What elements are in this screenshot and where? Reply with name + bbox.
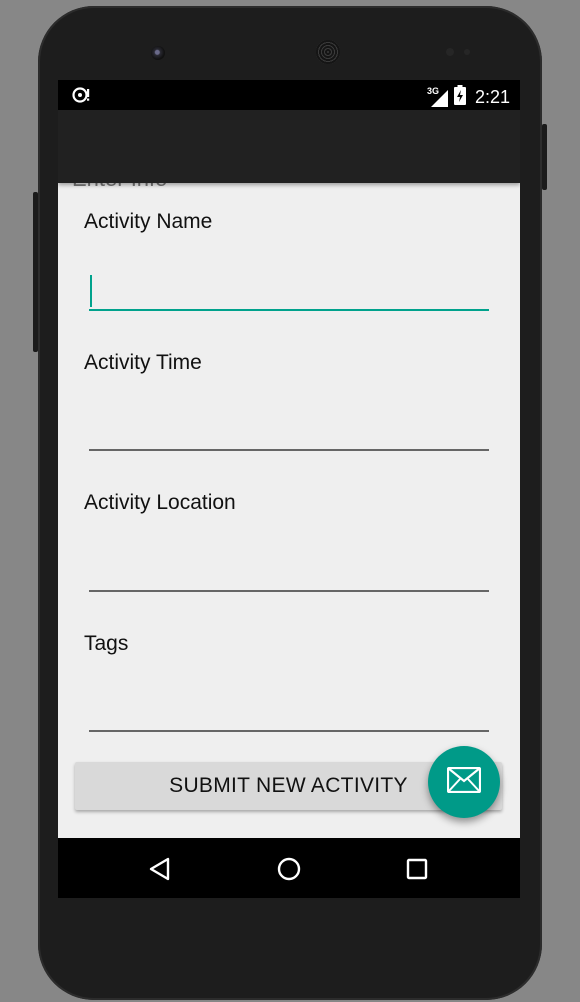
back-icon[interactable] [145, 854, 175, 884]
navigation-bar [58, 838, 520, 898]
email-icon [446, 766, 482, 798]
light-sensor [464, 49, 470, 55]
text-cursor [90, 275, 92, 307]
email-fab-button[interactable] [428, 746, 500, 818]
battery-charging-icon [453, 85, 466, 110]
activity-time-input[interactable] [89, 415, 489, 451]
activity-location-label: Activity Location [84, 491, 236, 514]
activity-time-label: Activity Time [84, 351, 202, 374]
volume-button [33, 192, 38, 352]
network-3g-icon: 3G [427, 86, 449, 108]
activity-name-label: Activity Name [84, 210, 213, 233]
earpiece-speaker [316, 40, 340, 64]
power-button [542, 124, 547, 190]
activity-name-input[interactable] [89, 275, 489, 311]
activity-location-input[interactable] [89, 556, 489, 592]
tags-input[interactable] [89, 696, 489, 732]
screen: 3G 2:21 Enter Info Activit [58, 80, 520, 898]
app-bar [58, 110, 520, 183]
front-camera [151, 46, 165, 60]
recents-icon[interactable] [402, 854, 432, 884]
status-bar: 3G 2:21 [58, 80, 520, 110]
sync-alert-icon [72, 87, 92, 108]
phone-frame: 3G 2:21 Enter Info Activit [33, 6, 547, 1000]
proximity-sensor [446, 48, 454, 56]
home-icon[interactable] [274, 854, 304, 884]
status-time: 2:21 [474, 87, 510, 107]
tags-label: Tags [84, 632, 129, 655]
